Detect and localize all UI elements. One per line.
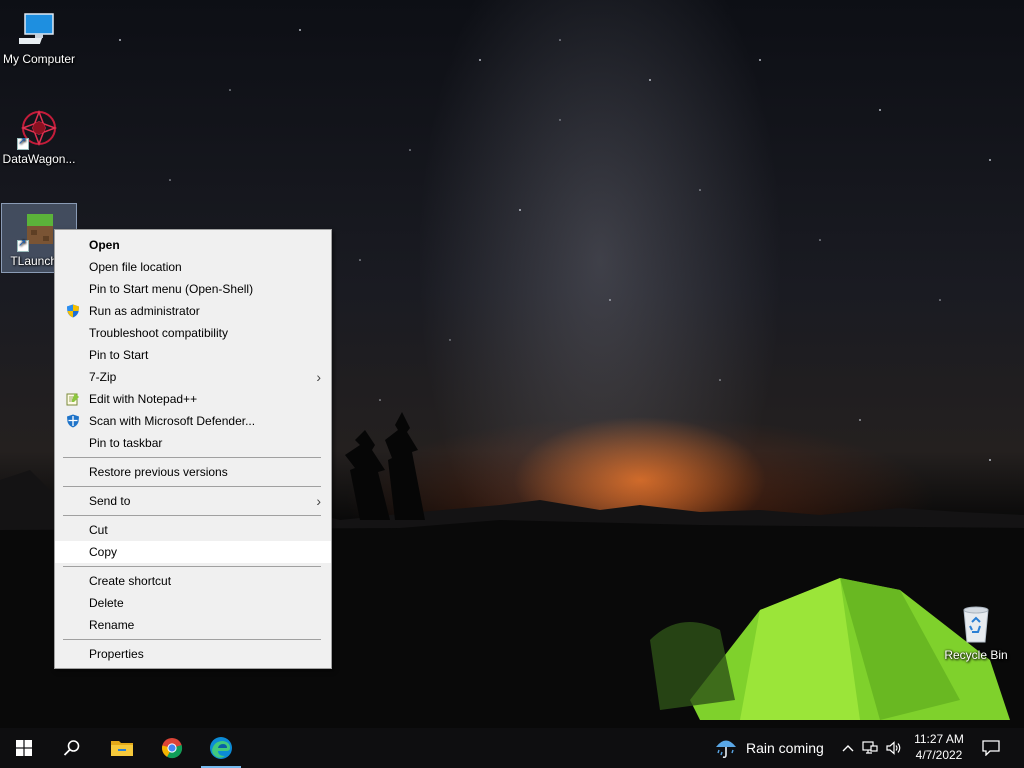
menu-item-label: Scan with Microsoft Defender... <box>89 414 256 428</box>
umbrella-icon <box>716 740 736 759</box>
menu-item-label: Edit with Notepad++ <box>89 392 198 406</box>
menu-item-open[interactable]: Open <box>55 234 331 256</box>
shortcut-arrow-icon <box>17 238 29 252</box>
taskbar-chrome[interactable] <box>148 728 196 768</box>
menu-item-label: Copy <box>89 545 118 559</box>
menu-item-edit-with-notepad-plus-plus[interactable]: Edit with Notepad++ <box>55 388 331 410</box>
menu-item-label: Open file location <box>89 260 182 274</box>
shortcut-arrow-icon <box>17 136 29 150</box>
notification-icon <box>982 740 1000 756</box>
system-tray <box>838 728 906 768</box>
menu-item-label: Run as administrator <box>89 304 200 318</box>
taskbar: Rain coming 11:27 AM 4/7/2022 <box>0 728 1024 768</box>
menu-item-7-zip[interactable]: 7-Zip › <box>55 366 331 388</box>
menu-item-cut[interactable]: Cut <box>55 519 331 541</box>
chevron-up-icon <box>842 745 854 752</box>
context-menu: Open Open file location Pin to Start men… <box>54 229 332 669</box>
start-icon <box>16 740 32 756</box>
menu-item-label: Properties <box>89 647 144 661</box>
volume-icon <box>886 741 901 755</box>
menu-item-label: 7-Zip <box>89 370 117 384</box>
menu-item-label: Pin to Start <box>89 348 149 362</box>
file-explorer-icon <box>111 741 133 756</box>
desktop-icon-datawagon[interactable]: DataWagon... <box>1 102 77 176</box>
taskbar-clock[interactable]: 11:27 AM 4/7/2022 <box>906 731 972 763</box>
edge-icon <box>210 737 232 759</box>
desktop-icon-my-computer[interactable]: My Computer <box>1 2 77 76</box>
show-hidden-icons-button[interactable] <box>838 744 858 752</box>
weather-text: Rain coming <box>746 740 824 756</box>
search-icon <box>63 740 80 756</box>
menu-item-label: Pin to taskbar <box>89 436 163 450</box>
menu-separator <box>63 486 321 487</box>
menu-separator <box>63 639 321 640</box>
desktop-icon-label: DataWagon... <box>2 152 76 166</box>
menu-item-label: Cut <box>89 523 108 537</box>
clock-time: 11:27 AM <box>914 732 964 746</box>
menu-separator <box>63 457 321 458</box>
desktop-icon-label: Recycle Bin <box>944 648 1008 662</box>
start-button[interactable] <box>0 728 48 768</box>
clock-date: 4/7/2022 <box>915 748 963 762</box>
search-button[interactable] <box>48 728 96 768</box>
desktop-icon-recycle-bin[interactable]: Recycle Bin <box>938 598 1014 672</box>
menu-item-rename[interactable]: Rename <box>55 614 331 636</box>
menu-item-delete[interactable]: Delete <box>55 592 331 614</box>
uac-shield-icon <box>67 304 79 318</box>
menu-item-label: Restore previous versions <box>89 465 228 479</box>
weather-widget[interactable]: Rain coming <box>714 728 824 768</box>
menu-item-label: Delete <box>89 596 124 610</box>
datawagon-icon <box>17 108 59 150</box>
defender-icon <box>67 414 79 428</box>
taskbar-edge[interactable] <box>197 728 245 768</box>
menu-item-label: Pin to Start menu (Open-Shell) <box>89 282 254 296</box>
tlauncher-icon <box>17 210 59 252</box>
menu-item-label: Troubleshoot compatibility <box>89 326 228 340</box>
menu-separator <box>63 515 321 516</box>
menu-item-pin-to-start-menu-open-shell[interactable]: Pin to Start menu (Open-Shell) <box>55 278 331 300</box>
recycle-bin-icon <box>956 604 996 644</box>
menu-item-label: Create shortcut <box>89 574 172 588</box>
menu-separator <box>63 566 321 567</box>
menu-item-restore-previous-versions[interactable]: Restore previous versions <box>55 461 331 483</box>
menu-item-pin-to-start[interactable]: Pin to Start <box>55 344 331 366</box>
notification-center-button[interactable] <box>968 728 1014 768</box>
menu-item-copy[interactable]: Copy <box>55 541 331 563</box>
chrome-icon <box>162 738 183 759</box>
submenu-arrow-icon: › <box>316 493 321 509</box>
network-icon <box>862 741 878 754</box>
desktop-icon-label: My Computer <box>2 52 76 66</box>
menu-item-send-to[interactable]: Send to › <box>55 490 331 512</box>
menu-item-label: Open <box>89 238 120 252</box>
menu-item-run-as-administrator[interactable]: Run as administrator <box>55 300 331 322</box>
network-button[interactable] <box>858 741 882 755</box>
menu-item-create-shortcut[interactable]: Create shortcut <box>55 570 331 592</box>
menu-item-properties[interactable]: Properties <box>55 643 331 665</box>
menu-item-label: Send to <box>89 494 131 508</box>
menu-item-scan-with-microsoft-defender[interactable]: Scan with Microsoft Defender... <box>55 410 331 432</box>
menu-item-label: Rename <box>89 618 135 632</box>
submenu-arrow-icon: › <box>316 369 321 385</box>
menu-item-troubleshoot-compatibility[interactable]: Troubleshoot compatibility <box>55 322 331 344</box>
computer-icon <box>15 8 59 48</box>
notepadpp-icon <box>66 393 79 406</box>
menu-item-open-file-location[interactable]: Open file location <box>55 256 331 278</box>
menu-item-pin-to-taskbar[interactable]: Pin to taskbar <box>55 432 331 454</box>
volume-button[interactable] <box>882 741 906 755</box>
taskbar-file-explorer[interactable] <box>98 728 146 768</box>
